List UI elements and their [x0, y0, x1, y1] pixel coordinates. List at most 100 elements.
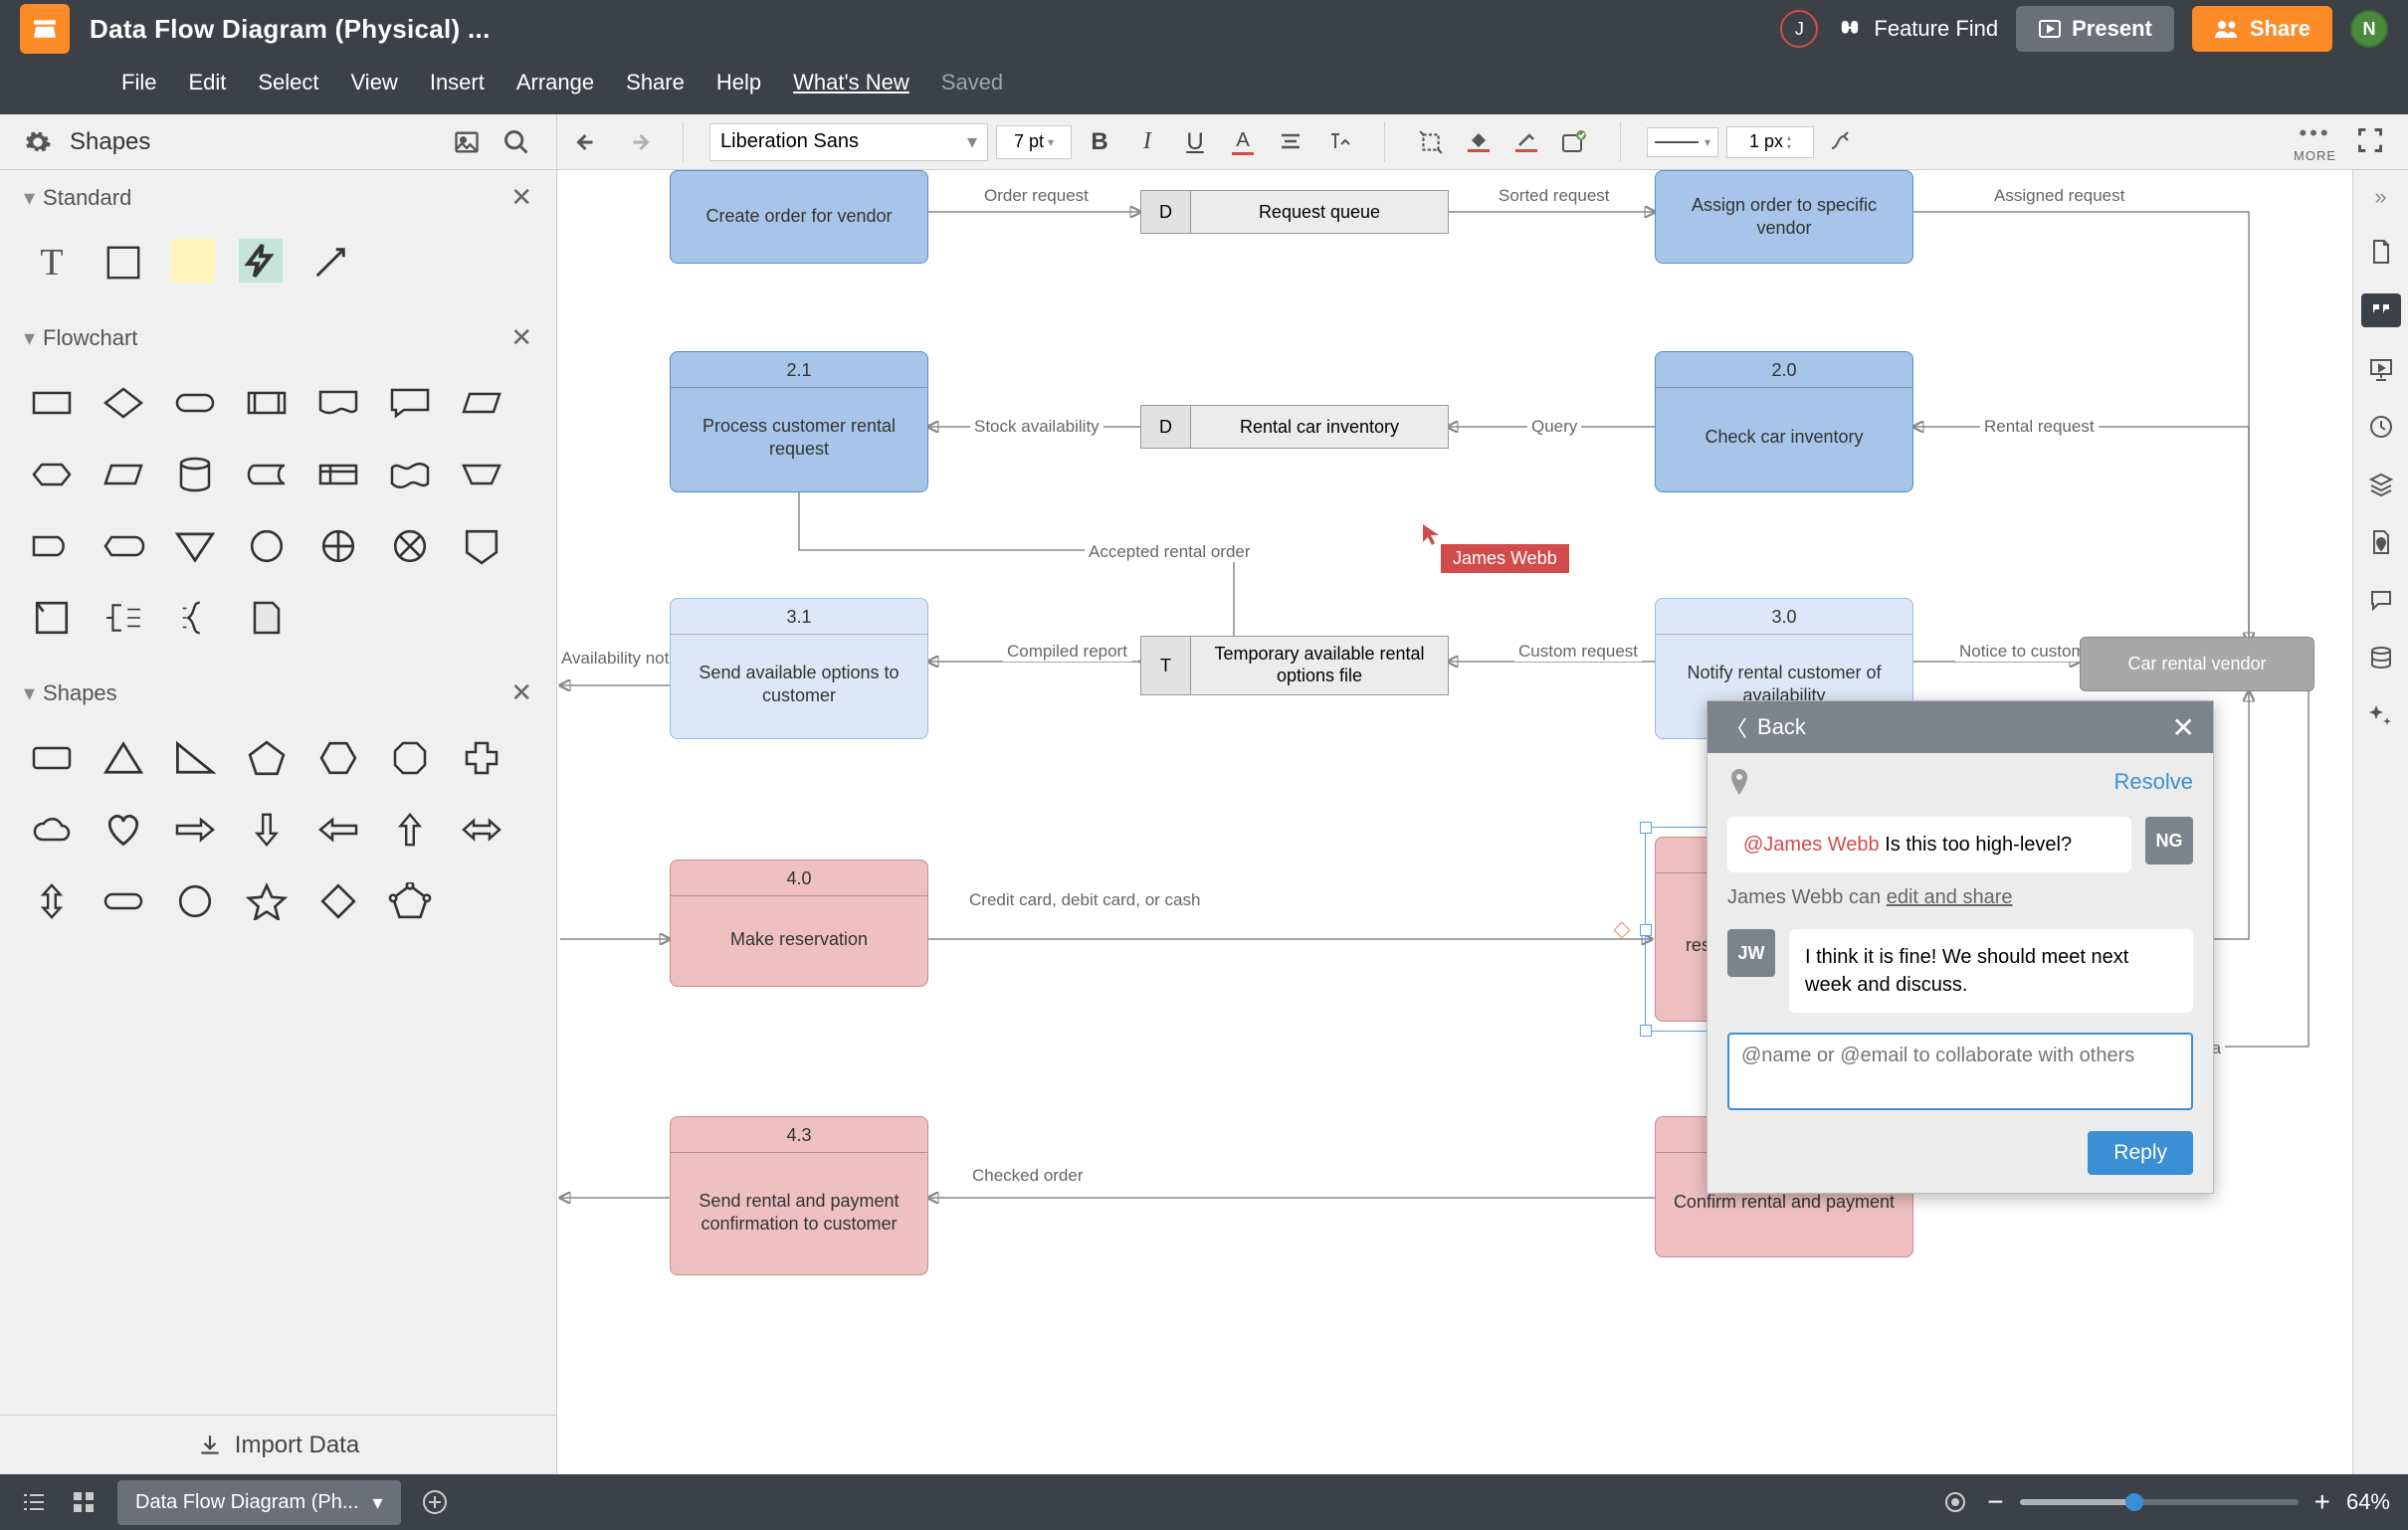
- flowchart-or[interactable]: [314, 522, 362, 570]
- page-icon[interactable]: [2365, 236, 2397, 268]
- shape-square[interactable]: [100, 239, 147, 287]
- flowchart-note[interactable]: [243, 594, 291, 642]
- flowchart-storage[interactable]: [243, 451, 291, 498]
- datastore-request-queue[interactable]: D Request queue: [1140, 190, 1449, 234]
- flowchart-annotation[interactable]: [100, 594, 147, 642]
- panel-shapes-header[interactable]: ▾ Shapes ✕: [0, 666, 556, 720]
- resolve-button[interactable]: Resolve: [2114, 769, 2193, 795]
- outline-icon[interactable]: [18, 1486, 50, 1518]
- shape-pentagon[interactable]: [243, 734, 291, 782]
- shape-arrow-right[interactable]: [171, 806, 219, 854]
- flowchart-terminator[interactable]: [171, 379, 219, 427]
- menu-insert[interactable]: Insert: [430, 70, 485, 96]
- shape-diamond[interactable]: [314, 877, 362, 925]
- close-icon[interactable]: ✕: [510, 322, 532, 353]
- sparkle-icon[interactable]: [2365, 699, 2397, 731]
- line-routing-button[interactable]: [1822, 122, 1862, 162]
- datastore-inventory[interactable]: D Rental car inventory: [1140, 405, 1449, 449]
- document-title[interactable]: Data Flow Diagram (Physical) ...: [90, 14, 1760, 45]
- border-color-button[interactable]: [1506, 122, 1546, 162]
- fill-icon[interactable]: [2365, 526, 2397, 558]
- redo-button[interactable]: [617, 122, 657, 162]
- node-assign-order[interactable]: Assign order to specific vendor: [1655, 170, 1913, 264]
- shape-octagon[interactable]: [386, 734, 434, 782]
- fill-color-button[interactable]: [1459, 122, 1499, 162]
- flowchart-callout[interactable]: [386, 379, 434, 427]
- feature-find-button[interactable]: Feature Find: [1836, 15, 1998, 43]
- menu-help[interactable]: Help: [716, 70, 761, 96]
- line-width-select[interactable]: 1 px▴▾: [1726, 126, 1814, 158]
- flowchart-display[interactable]: [100, 522, 147, 570]
- canvas[interactable]: Create order for vendor Order request D …: [557, 170, 2352, 1474]
- shape-star[interactable]: [243, 877, 291, 925]
- flowchart-connector[interactable]: [243, 522, 291, 570]
- panel-standard-header[interactable]: ▾ Standard ✕: [0, 170, 556, 225]
- app-logo[interactable]: [20, 4, 70, 54]
- node-vendor[interactable]: Car rental vendor: [2080, 637, 2314, 691]
- node-4-3[interactable]: 4.3 Send rental and payment confirmation…: [670, 1116, 928, 1275]
- flowchart-predefined[interactable]: [243, 379, 291, 427]
- quotes-icon[interactable]: [2361, 293, 2401, 327]
- menu-share[interactable]: Share: [626, 70, 685, 96]
- flowchart-internal[interactable]: [314, 451, 362, 498]
- comments-dock-icon[interactable]: [2365, 584, 2397, 616]
- zoom-slider[interactable]: [2020, 1499, 2299, 1505]
- flowchart-parallelogram[interactable]: [100, 451, 147, 498]
- user-avatar-n[interactable]: N: [2350, 10, 2388, 48]
- close-icon[interactable]: ✕: [510, 182, 532, 213]
- present-button[interactable]: Present: [2016, 6, 2174, 52]
- history-icon[interactable]: [2365, 411, 2397, 443]
- shape-arrow-lr[interactable]: [458, 806, 505, 854]
- shape-options-button[interactable]: [1554, 122, 1594, 162]
- shape-arrow[interactable]: [306, 239, 354, 287]
- bold-button[interactable]: B: [1080, 122, 1119, 162]
- flowchart-process[interactable]: [28, 379, 76, 427]
- underline-button[interactable]: U: [1175, 122, 1215, 162]
- comment-input[interactable]: [1727, 1033, 2193, 1110]
- flowchart-hexagon[interactable]: [28, 451, 76, 498]
- search-icon[interactable]: [501, 126, 532, 158]
- edit-share-link[interactable]: edit and share: [1887, 886, 2013, 908]
- menu-view[interactable]: View: [351, 70, 398, 96]
- flowchart-brace[interactable]: [171, 594, 219, 642]
- shape-arrow-ud[interactable]: [28, 877, 76, 925]
- text-style-button[interactable]: [1318, 122, 1358, 162]
- flowchart-manual-op[interactable]: [458, 451, 505, 498]
- shape-cloud[interactable]: [28, 806, 76, 854]
- more-button[interactable]: ••• MORE: [2294, 120, 2336, 163]
- shape-arrow-up[interactable]: [386, 806, 434, 854]
- shape-bolt[interactable]: [239, 239, 283, 283]
- shape-arrow-down[interactable]: [243, 806, 291, 854]
- crop-button[interactable]: [1411, 122, 1451, 162]
- flowchart-merge[interactable]: [171, 522, 219, 570]
- italic-button[interactable]: I: [1127, 122, 1167, 162]
- align-button[interactable]: [1271, 122, 1310, 162]
- reply-button[interactable]: Reply: [2088, 1131, 2193, 1175]
- flowchart-offpage[interactable]: [458, 522, 505, 570]
- target-icon[interactable]: [1939, 1486, 1971, 1518]
- dock-collapse-icon[interactable]: »: [2374, 184, 2386, 210]
- shape-text[interactable]: T: [28, 239, 76, 287]
- fullscreen-icon[interactable]: [2356, 126, 2388, 158]
- font-family-select[interactable]: Liberation Sans▾: [709, 123, 988, 161]
- shape-polygon-edit[interactable]: [386, 877, 434, 925]
- zoom-out-button[interactable]: −: [1987, 1486, 2003, 1518]
- menu-whats-new[interactable]: What's New: [793, 70, 909, 96]
- shape-circle[interactable]: [171, 877, 219, 925]
- text-color-button[interactable]: A: [1223, 122, 1263, 162]
- menu-file[interactable]: File: [121, 70, 156, 96]
- gear-icon[interactable]: [24, 128, 52, 156]
- data-icon[interactable]: [2365, 642, 2397, 673]
- image-icon[interactable]: [451, 126, 483, 158]
- flowchart-delay[interactable]: [28, 522, 76, 570]
- flowchart-decision[interactable]: [100, 379, 147, 427]
- shape-pill[interactable]: [100, 877, 147, 925]
- node-create-order[interactable]: Create order for vendor: [670, 170, 928, 264]
- menu-select[interactable]: Select: [258, 70, 318, 96]
- flowchart-tape[interactable]: [386, 451, 434, 498]
- shape-heart[interactable]: [100, 806, 147, 854]
- datastore-options-file[interactable]: T Temporary available rental options fil…: [1140, 636, 1449, 695]
- shape-hexagon[interactable]: [314, 734, 362, 782]
- node-3-1[interactable]: 3.1 Send available options to customer: [670, 598, 928, 739]
- import-data-button[interactable]: Import Data: [0, 1415, 556, 1474]
